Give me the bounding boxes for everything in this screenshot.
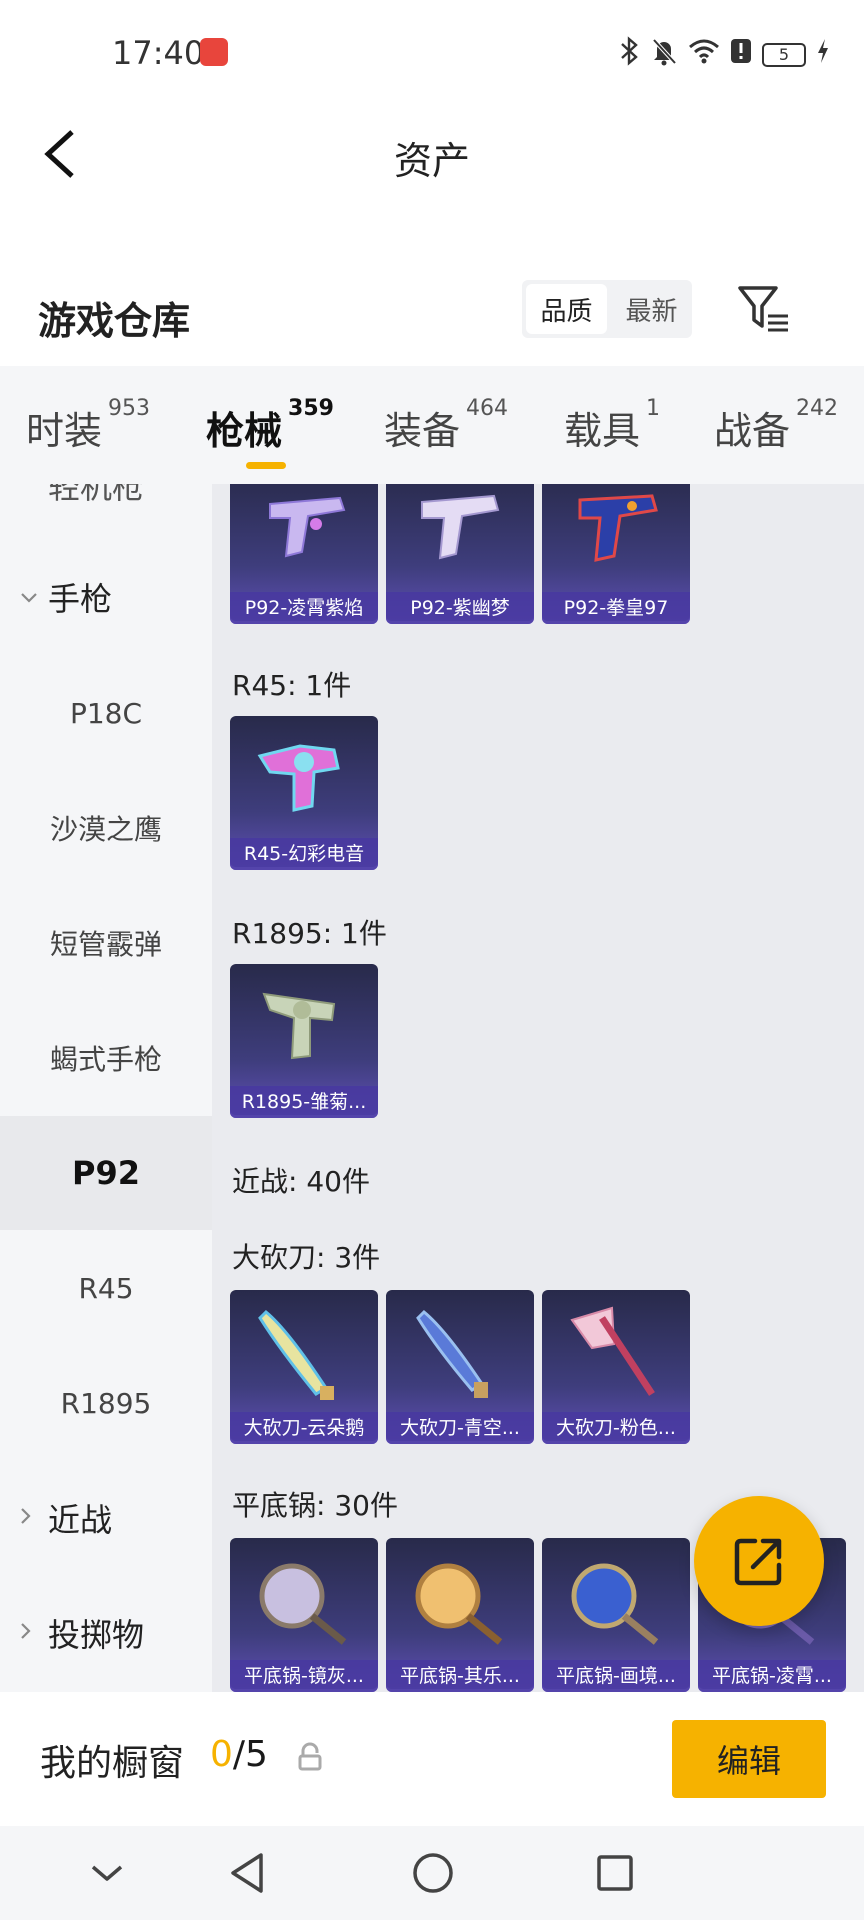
group-label-melee: 近战: 40件: [232, 1165, 370, 1198]
machete-skin-icon: [416, 1309, 488, 1398]
chevron-right-icon: [20, 1621, 36, 1646]
tab-fashion[interactable]: 时装 953: [26, 396, 150, 455]
section-header: 游戏仓库 品质 最新: [0, 270, 864, 366]
share-external-icon: [734, 1538, 782, 1586]
showcase-label: 我的橱窗: [40, 1743, 185, 1784]
item-name: 平底锅-画境...: [542, 1660, 690, 1692]
system-back-button[interactable]: [222, 1848, 272, 1898]
item-name: 平底锅-镜灰...: [230, 1660, 378, 1692]
category-tabs: 时装 953 枪械 359 装备 464 载具 1 战备 242: [0, 366, 864, 484]
item-name: P92-紫幽梦: [386, 592, 534, 624]
battery-icon: 5: [762, 42, 806, 67]
item-name: 大砍刀-粉色...: [542, 1412, 690, 1444]
pistol-skin-icon: [421, 494, 500, 560]
item-name: 平底锅-凌霄...: [698, 1660, 846, 1692]
tab-guns[interactable]: 枪械 359: [206, 396, 334, 455]
bluetooth-icon: [618, 36, 640, 73]
section-title: 游戏仓库: [38, 299, 191, 343]
axe-skin-icon: [570, 1306, 655, 1396]
active-tab-indicator: [246, 462, 286, 469]
item-card[interactable]: P92-紫幽梦: [386, 484, 534, 624]
sidebar-group-pistol[interactable]: 手枪: [0, 540, 212, 654]
group-label-r1895: R1895: 1件: [232, 917, 387, 950]
sort-quality[interactable]: 品质: [526, 284, 607, 334]
item-card[interactable]: 大砍刀-青空...: [386, 1290, 534, 1444]
pan-skin-icon: [571, 1563, 659, 1645]
showcase-bar: 我的橱窗 0/5 编辑: [0, 1692, 864, 1826]
pan-skin-icon: [415, 1563, 503, 1645]
item-name: P92-凌霄紫焰: [230, 592, 378, 624]
item-card[interactable]: 大砍刀-云朵鹅: [230, 1290, 378, 1444]
showcase-total: /5: [232, 1734, 268, 1775]
pan-skin-icon: [259, 1563, 347, 1645]
item-card[interactable]: 平底锅-其乐...: [386, 1538, 534, 1692]
pistol-skin-icon: [578, 494, 658, 562]
weapon-sidebar: ^ 轻机枪 手枪 P18C 沙漠之鹰 短管霰弹 蝎式手枪 P92 R45 R18…: [0, 484, 212, 1692]
chevron-up-icon: ^: [20, 484, 39, 498]
sort-toggle: 品质 最新: [522, 280, 692, 338]
sidebar-group-lmg[interactable]: ^ 轻机枪: [0, 484, 212, 542]
square-recents-icon: [597, 1855, 633, 1891]
status-bar: 17:40 5: [0, 0, 864, 104]
sidebar-item-sawed-off[interactable]: 短管霰弹: [0, 886, 212, 1000]
edit-button[interactable]: 编辑: [672, 1720, 826, 1798]
alert-icon: [730, 38, 752, 71]
item-card[interactable]: P92-凌霄紫焰: [230, 484, 378, 624]
collapse-button[interactable]: [82, 1848, 132, 1898]
sidebar-item-p92[interactable]: P92: [0, 1116, 212, 1230]
sidebar-item-r1895[interactable]: R1895: [0, 1346, 212, 1460]
item-name: 大砍刀-青空...: [386, 1412, 534, 1444]
item-card[interactable]: 大砍刀-粉色...: [542, 1290, 690, 1444]
item-card[interactable]: 平底锅-镜灰...: [230, 1538, 378, 1692]
showcase-current: 0: [210, 1734, 233, 1775]
system-nav-bar: [0, 1826, 864, 1920]
sidebar-group-throwables[interactable]: 投掷物: [0, 1576, 212, 1690]
showcase-count: 0/5: [210, 1734, 268, 1775]
notification-app-icon: [200, 38, 228, 66]
pistol-skin-icon: [269, 496, 346, 558]
sidebar-group-melee[interactable]: 近战: [0, 1461, 212, 1575]
chevron-down-icon: [20, 585, 37, 610]
filter-button[interactable]: [736, 284, 792, 334]
circle-home-icon: [413, 1853, 453, 1893]
status-time: 17:40: [112, 34, 205, 72]
group-label-r45: R45: 1件: [232, 669, 352, 702]
mute-bell-icon: [650, 36, 678, 73]
sidebar-item-skorpion[interactable]: 蝎式手枪: [0, 1001, 212, 1115]
chevron-right-icon: [20, 1506, 36, 1531]
system-home-button[interactable]: [408, 1848, 458, 1898]
revolver-skin-icon: [257, 744, 340, 812]
share-fab-button[interactable]: [694, 1496, 824, 1626]
status-icons: 5: [618, 36, 830, 73]
lock-icon: [298, 1742, 322, 1771]
revolver-skin-icon: [262, 992, 336, 1060]
item-name: 平底锅-其乐...: [386, 1660, 534, 1692]
sort-newest[interactable]: 最新: [611, 280, 692, 338]
item-name: 大砍刀-云朵鹅: [230, 1412, 378, 1444]
page-title: 资产: [393, 139, 470, 183]
chevron-down-icon: [91, 1865, 123, 1881]
tab-gear[interactable]: 装备 464: [384, 396, 508, 455]
machete-skin-icon: [258, 1309, 334, 1400]
filter-icon: [738, 286, 788, 332]
sidebar-item-r45[interactable]: R45: [0, 1231, 212, 1345]
item-name: R45-幻彩电音: [230, 838, 378, 870]
item-card[interactable]: R45-幻彩电音: [230, 716, 378, 870]
tab-supplies[interactable]: 战备 242: [714, 396, 838, 455]
sidebar-item-p18c[interactable]: P18C: [0, 656, 212, 770]
wifi-icon: [688, 38, 720, 71]
charging-icon: [816, 38, 830, 71]
group-label-machete: 大砍刀: 3件: [232, 1241, 381, 1274]
sidebar-item-desert-eagle[interactable]: 沙漠之鹰: [0, 771, 212, 885]
item-name: P92-拳皇97: [542, 592, 690, 624]
tab-vehicles[interactable]: 载具 1: [564, 396, 660, 455]
system-recents-button[interactable]: [590, 1848, 640, 1898]
item-name: R1895-雏菊...: [230, 1086, 378, 1118]
item-card[interactable]: R1895-雏菊...: [230, 964, 378, 1118]
nav-header: 资产: [0, 104, 864, 204]
item-card[interactable]: P92-拳皇97: [542, 484, 690, 624]
item-card[interactable]: 平底锅-画境...: [542, 1538, 690, 1692]
triangle-back-icon: [231, 1853, 263, 1893]
group-label-pan: 平底锅: 30件: [232, 1489, 398, 1522]
